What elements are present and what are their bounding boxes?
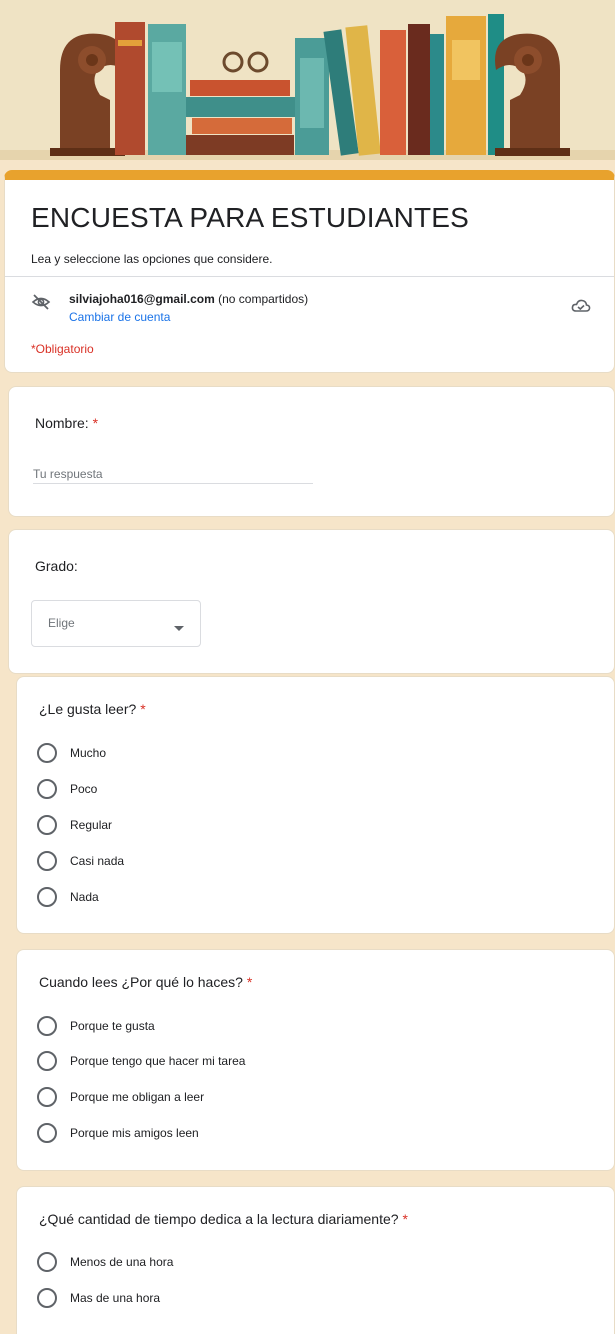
question-title-text: ¿Qué cantidad de tiempo dedica a la lect…	[39, 1211, 399, 1227]
radio-button[interactable]	[37, 887, 57, 907]
form-title: ENCUESTA PARA ESTUDIANTES	[31, 202, 470, 233]
radio-button[interactable]	[37, 1252, 57, 1272]
radio-option[interactable]: Porque mis amigos leen	[37, 1123, 437, 1143]
radio-button[interactable]	[37, 1016, 57, 1036]
radio-option[interactable]: Porque tengo que hacer mi tarea	[37, 1051, 437, 1071]
option-label: Mucho	[70, 746, 107, 760]
account-row: silviajoha016@gmail.com (no compartidos)…	[31, 290, 591, 330]
question-why-read-card: Cuando lees ¿Por qué lo haces? * Porque …	[16, 949, 615, 1171]
radio-option[interactable]: Poco	[37, 779, 437, 799]
option-label: Mas de una hora	[70, 1291, 161, 1305]
radio-option[interactable]: Regular	[37, 815, 437, 835]
option-label: Casi nada	[70, 854, 125, 868]
header-banner-image	[0, 0, 615, 160]
question-like-reading-card: ¿Le gusta leer? * Mucho Poco Regular Cas…	[16, 676, 615, 934]
form-header-card: ENCUESTA PARA ESTUDIANTES Lea y seleccio…	[4, 170, 615, 373]
question-title-text: Nombre:	[35, 415, 89, 431]
account-email-line: silviajoha016@gmail.com (no compartidos)	[69, 292, 308, 306]
form-page: ENCUESTA PARA ESTUDIANTES Lea y seleccio…	[0, 0, 615, 1334]
radio-button[interactable]	[37, 779, 57, 799]
radio-option[interactable]: Porque te gusta	[37, 1016, 437, 1036]
question-title-text: Grado:	[35, 558, 78, 574]
question-name-card: Nombre: *	[8, 386, 615, 517]
radio-option[interactable]: Nada	[37, 887, 437, 907]
account-email: silviajoha016@gmail.com	[69, 292, 215, 306]
question-reading-time-card: ¿Qué cantidad de tiempo dedica a la lect…	[16, 1186, 615, 1334]
form-description: Lea y seleccione las opciones que consid…	[31, 252, 273, 266]
question-title: Grado:	[35, 558, 78, 574]
option-label: Porque te gusta	[70, 1019, 155, 1033]
option-label: Porque me obligan a leer	[70, 1090, 205, 1104]
radio-option[interactable]: Mucho	[37, 743, 437, 763]
radio-button[interactable]	[37, 1087, 57, 1107]
radio-button[interactable]	[37, 1288, 57, 1308]
radio-option[interactable]: Menos de una hora	[37, 1252, 437, 1272]
question-title-text: Cuando lees ¿Por qué lo haces?	[39, 974, 243, 990]
radio-button[interactable]	[37, 1051, 57, 1071]
cloud-check-icon	[571, 296, 591, 316]
radio-button[interactable]	[37, 743, 57, 763]
required-asterisk: *	[92, 415, 99, 431]
question-title: ¿Le gusta leer? *	[39, 701, 146, 717]
grade-select[interactable]: Elige	[31, 600, 201, 647]
option-label: Nada	[70, 890, 99, 904]
question-title: ¿Qué cantidad de tiempo dedica a la lect…	[39, 1211, 408, 1227]
eye-off-icon	[31, 292, 51, 312]
select-value: Elige	[48, 616, 75, 630]
header-divider	[5, 276, 614, 277]
option-label: Poco	[70, 782, 98, 796]
caret-down-icon	[174, 621, 184, 631]
option-label: Menos de una hora	[70, 1255, 174, 1269]
question-title-text: ¿Le gusta leer?	[39, 701, 137, 717]
required-asterisk: *	[140, 701, 146, 717]
radio-option[interactable]: Mas de una hora	[37, 1288, 437, 1308]
question-title: Nombre: *	[35, 415, 98, 431]
required-note: *Obligatorio	[31, 342, 94, 356]
name-input[interactable]	[33, 464, 313, 484]
radio-button[interactable]	[37, 815, 57, 835]
radio-button[interactable]	[37, 851, 57, 871]
radio-button[interactable]	[37, 1123, 57, 1143]
option-label: Porque mis amigos leen	[70, 1126, 199, 1140]
switch-account-link[interactable]: Cambiar de cuenta	[69, 310, 170, 324]
question-title: Cuando lees ¿Por qué lo haces? *	[39, 974, 252, 990]
option-label: Porque tengo que hacer mi tarea	[70, 1054, 246, 1068]
required-asterisk: *	[402, 1211, 408, 1227]
radio-option[interactable]: Casi nada	[37, 851, 437, 871]
option-label: Regular	[70, 818, 113, 832]
required-asterisk: *	[246, 974, 253, 990]
radio-option[interactable]: Porque me obligan a leer	[37, 1087, 437, 1107]
account-share-status: (no compartidos)	[218, 292, 309, 306]
question-grade-card: Grado: Elige	[8, 529, 615, 674]
